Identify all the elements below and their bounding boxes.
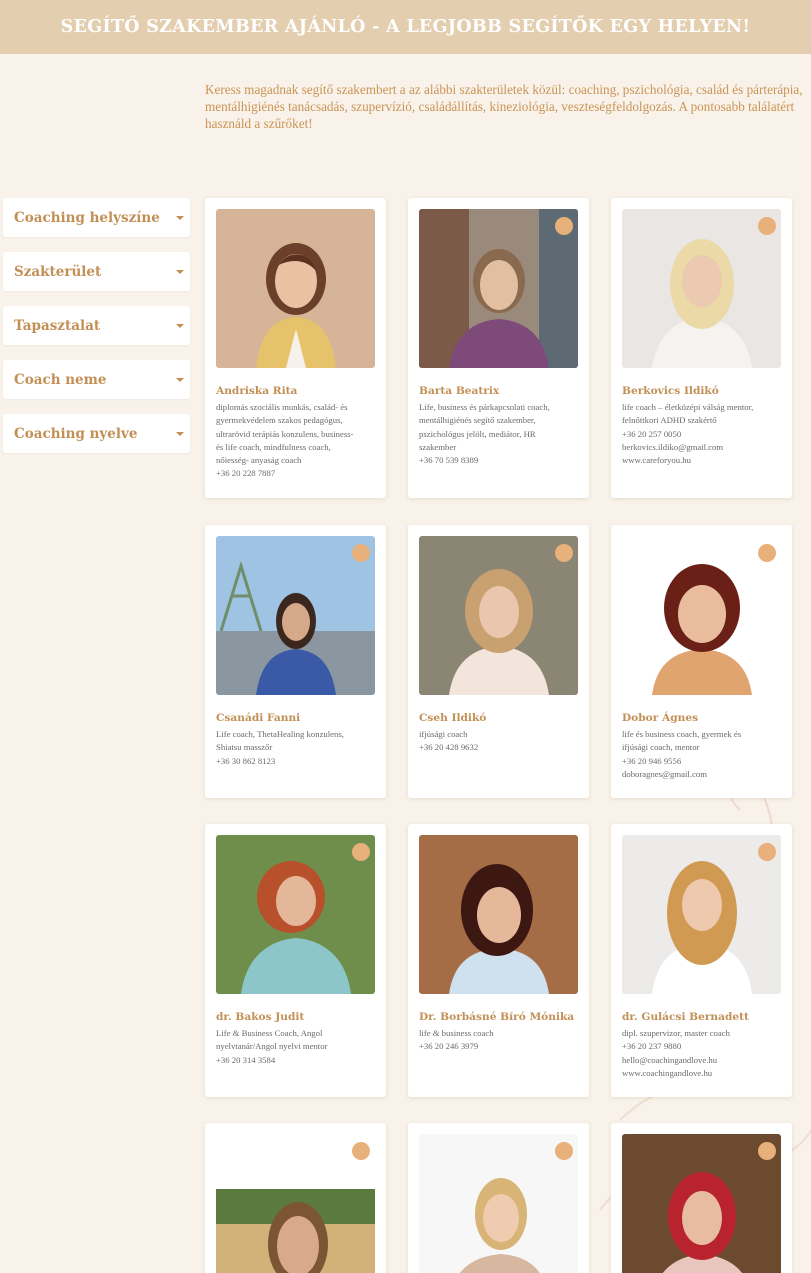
- coach-name: Berkovics Ildikó: [622, 385, 719, 397]
- coach-card[interactable]: Barta Beatrix Life, business és párkapcs…: [408, 198, 589, 498]
- coach-name: Cseh Ildikó: [419, 712, 487, 724]
- coach-photo: [216, 209, 375, 368]
- coach-photo: [419, 835, 578, 994]
- coach-card[interactable]: Andriska Rita diplomás szociális munkás,…: [205, 198, 386, 498]
- phone-number: +36 70 539 8389: [419, 455, 479, 466]
- detail-line: nőiesség- anyaság coach: [216, 455, 302, 466]
- detail-line: felnőttkori ADHD szakértő: [622, 415, 717, 426]
- coach-card[interactable]: Cseh Ildikó ifjúsági coach +36 20 428 96…: [408, 525, 589, 798]
- coach-card[interactable]: Dobor Ágnes life és business coach, gyer…: [611, 525, 792, 798]
- phone-number: +36 20 246 3979: [419, 1041, 479, 1052]
- coach-name: Barta Beatrix: [419, 385, 500, 397]
- page-banner: SEGÍTŐ SZAKEMBER AJÁNLÓ - A LEGJOBB SEGÍ…: [0, 0, 811, 54]
- detail-line: life és business coach, gyermek és: [622, 729, 742, 739]
- detail-line: gyermekvédelem szakos pedagógus,: [216, 415, 343, 426]
- coach-name: Dr. Borbásné Bíró Mónika: [419, 1011, 575, 1023]
- coach-photo: [622, 536, 781, 695]
- banner-title: SEGÍTŐ SZAKEMBER AJÁNLÓ - A LEGJOBB SEGÍ…: [60, 17, 751, 37]
- coach-details: dipl. szupervizor, master coach +36 20 2…: [622, 1027, 785, 1080]
- phone-number: +36 30 862 8123: [216, 755, 276, 766]
- phone-number: +36 20 314 3584: [216, 1054, 276, 1065]
- coach-card[interactable]: [205, 1123, 386, 1273]
- coach-card[interactable]: Csanádi Fanni Life coach, ThetaHealing k…: [205, 525, 386, 798]
- filter-language-dropdown[interactable]: Coaching nyelve: [3, 414, 190, 453]
- coach-name: Dobor Ágnes: [622, 712, 699, 724]
- detail-line: Life coach, ThetaHealing konzulens,: [216, 729, 344, 739]
- filter-label: Szakterület: [14, 263, 102, 280]
- coach-card[interactable]: dr. Bakos Judit Life & Business Coach, A…: [205, 824, 386, 1097]
- phone-number: +36 20 946 9556: [622, 755, 682, 766]
- coach-details: Life, business és párkapcsolati coach, m…: [419, 401, 582, 467]
- email-address: doboragnes@gmail.com: [622, 768, 707, 779]
- detail-line: life & business coach: [419, 1028, 494, 1038]
- coach-details: life & business coach +36 20 246 3979: [419, 1027, 582, 1054]
- filter-label: Coaching nyelve: [14, 425, 138, 442]
- coach-details: Life & Business Coach, Angol nyelvtanár/…: [216, 1027, 379, 1067]
- detail-line: ultrarövid terápiás konzulens, business-: [216, 428, 354, 439]
- detail-line: ifjúsági coach: [419, 729, 468, 739]
- detail-line: diplomás szociális munkás, család- és: [216, 402, 348, 412]
- coach-card[interactable]: [611, 1123, 792, 1273]
- coach-details: ifjúsági coach +36 20 428 9632: [419, 728, 582, 755]
- email-address: berkovics.ildiko@gmail.com: [622, 441, 724, 452]
- detail-line: life coach – életközépi válság mentor,: [622, 402, 754, 412]
- caret-down-icon: [176, 377, 184, 382]
- coach-photo: [216, 835, 375, 994]
- detail-line: mentálhigiénés segítő szakember,: [419, 415, 536, 426]
- coach-photo: [622, 835, 781, 994]
- filter-label: Coaching helyszíne: [14, 209, 160, 226]
- caret-down-icon: [176, 431, 184, 436]
- coach-photo: [216, 1134, 375, 1273]
- filter-sidebar: Coaching helyszíne Szakterület Tapasztal…: [3, 198, 190, 468]
- coach-name: dr. Gulácsi Bernadett: [622, 1011, 749, 1023]
- coach-details: Life coach, ThetaHealing konzulens, Shia…: [216, 728, 379, 768]
- intro-text: Keress magadnak segítő szakembert a az a…: [205, 82, 803, 131]
- filter-location-dropdown[interactable]: Coaching helyszíne: [3, 198, 190, 237]
- detail-line: és life coach, mindfulness coach,: [216, 441, 331, 452]
- detail-line: ifjúsági coach, mentor: [622, 742, 700, 753]
- website-link: www.coachingandlove.hu: [622, 1067, 713, 1078]
- website-link: www.careforyou.hu: [622, 455, 691, 466]
- coach-photo: [419, 1134, 578, 1273]
- filter-gender-dropdown[interactable]: Coach neme: [3, 360, 190, 399]
- coach-details: life coach – életközépi válság mentor, f…: [622, 401, 785, 467]
- coach-name: Csanádi Fanni: [216, 712, 301, 724]
- coach-photo: [216, 536, 375, 695]
- coach-details: life és business coach, gyermek és ifjús…: [622, 728, 785, 781]
- coach-card[interactable]: Dr. Borbásné Bíró Mónika life & business…: [408, 824, 589, 1097]
- phone-number: +36 20 428 9632: [419, 742, 479, 753]
- phone-number: +36 20 228 7887: [216, 468, 276, 479]
- detail-line: pszichológus jelölt, mediátor, HR: [419, 428, 536, 439]
- caret-down-icon: [176, 323, 184, 328]
- filter-label: Coach neme: [14, 371, 107, 388]
- filter-experience-dropdown[interactable]: Tapasztalat: [3, 306, 190, 345]
- coach-name: Andriska Rita: [216, 385, 298, 397]
- detail-line: nyelvtanár/Angol nyelvi mentor: [216, 1041, 328, 1052]
- detail-line: Life & Business Coach, Angol: [216, 1028, 323, 1038]
- coach-photo: [622, 1134, 781, 1273]
- detail-line: szakember: [419, 441, 457, 452]
- coach-photo: [622, 209, 781, 368]
- coach-card[interactable]: dr. Gulácsi Bernadett dipl. szupervizor,…: [611, 824, 792, 1097]
- coach-card[interactable]: Berkovics Ildikó life coach – életközépi…: [611, 198, 792, 498]
- coach-photo: [419, 209, 578, 368]
- filter-field-dropdown[interactable]: Szakterület: [3, 252, 190, 291]
- phone-number: +36 20 257 0050: [622, 428, 682, 439]
- phone-number: +36 20 237 9880: [622, 1041, 682, 1052]
- caret-down-icon: [176, 269, 184, 274]
- coach-details: diplomás szociális munkás, család- és gy…: [216, 401, 379, 481]
- caret-down-icon: [176, 215, 184, 220]
- coach-photo: [419, 536, 578, 695]
- coach-card[interactable]: [408, 1123, 589, 1273]
- coach-name: dr. Bakos Judit: [216, 1011, 305, 1023]
- detail-line: Life, business és párkapcsolati coach,: [419, 402, 550, 412]
- email-address: hello@coachingandlove.hu: [622, 1054, 718, 1065]
- filter-label: Tapasztalat: [14, 317, 101, 334]
- detail-line: dipl. szupervizor, master coach: [622, 1028, 730, 1038]
- detail-line: Shiatsu masszőr: [216, 742, 273, 753]
